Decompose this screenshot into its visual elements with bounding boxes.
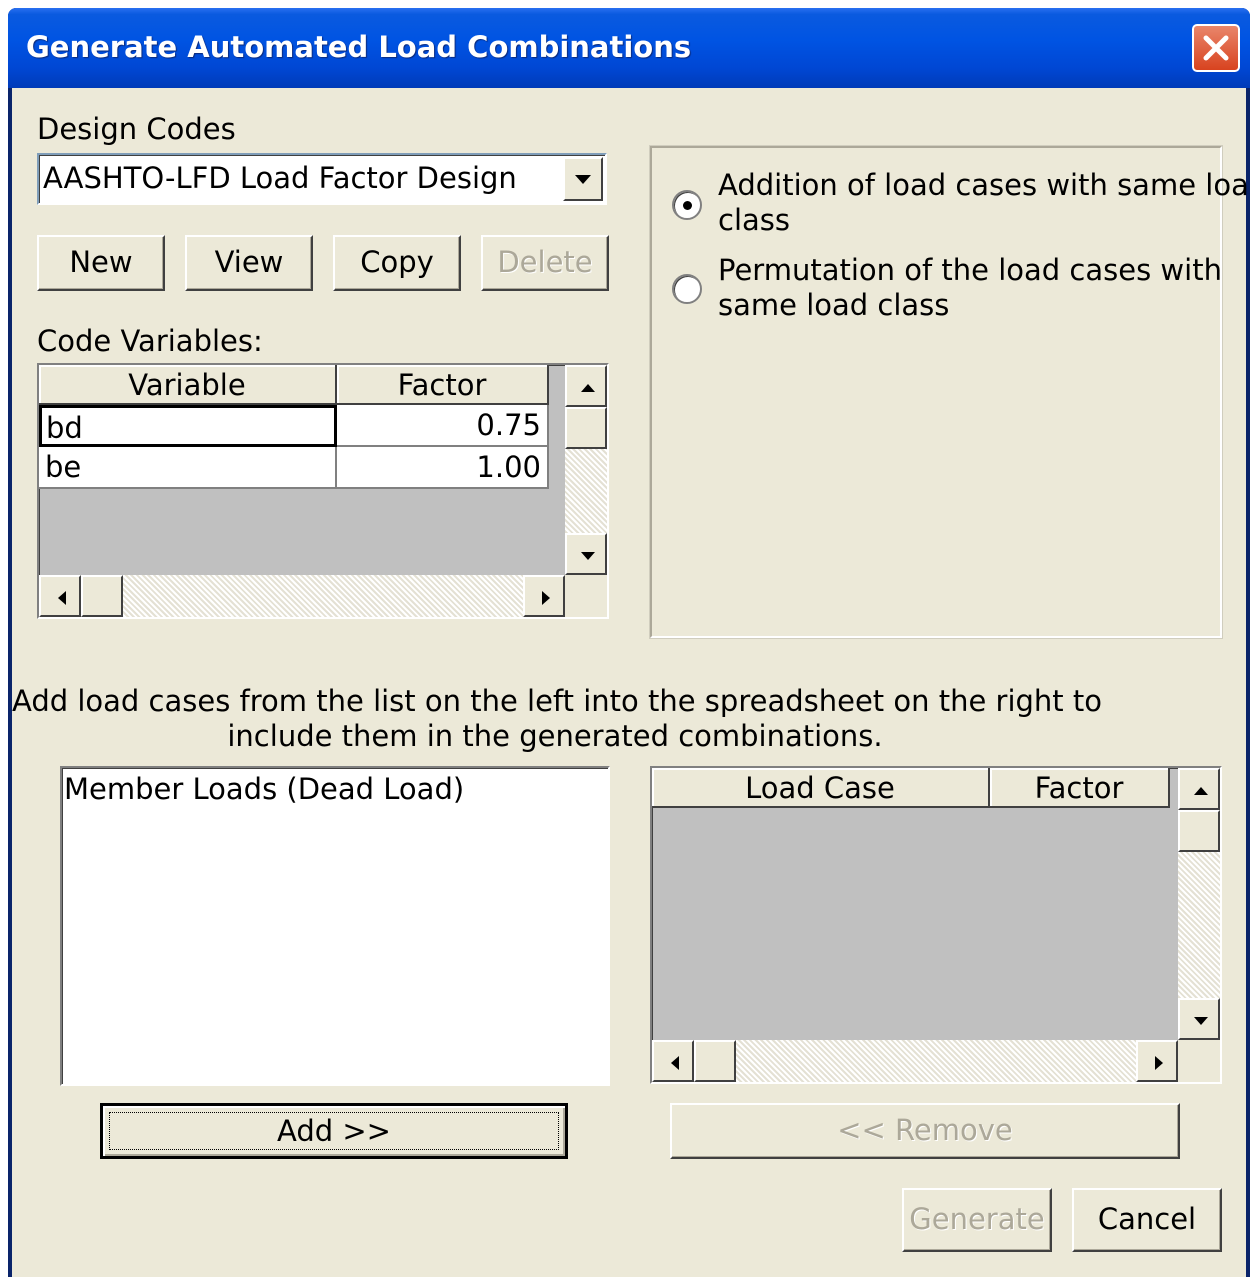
dialog-window: Generate Automated Load Combinations Des… [8,8,1250,1277]
arrow-down-icon [581,552,595,560]
list-item[interactable]: Member Loads (Dead Load) [64,772,464,806]
close-icon [1203,35,1229,61]
horizontal-scrollbar[interactable] [39,575,565,617]
permutation-label-line1[interactable]: Permutation of the load cases with [718,253,1222,288]
code-variables-grid[interactable]: Variable Factor bd 0.75 be 1.00 [37,363,609,619]
add-button-label: Add >> [109,1112,559,1150]
scrollbar-corner [1178,1040,1220,1082]
copy-button[interactable]: Copy [333,235,461,291]
table-cell-factor[interactable]: 1.00 [337,447,549,489]
scroll-down-button[interactable] [565,533,607,575]
code-variables-label: Code Variables: [37,324,263,358]
vertical-scrollbar[interactable] [565,365,607,575]
arrow-left-icon [671,1056,679,1070]
table-cell-variable[interactable]: bd [39,405,337,447]
scroll-thumb[interactable] [565,407,607,449]
permutation-label-line2[interactable]: same load class [718,288,949,323]
scroll-right-button[interactable] [1136,1040,1178,1082]
remove-button[interactable]: << Remove [670,1103,1180,1159]
column-header-factor[interactable]: Factor [337,365,549,405]
scroll-left-button[interactable] [652,1040,694,1082]
vertical-scrollbar[interactable] [1178,768,1220,1040]
available-load-cases-list[interactable]: Member Loads (Dead Load) [60,766,610,1086]
design-code-dropdown[interactable]: AASHTO-LFD Load Factor Design [37,153,607,205]
radio-selected-dot [683,201,692,210]
combination-method-group: Addition of load cases with same load cl… [649,145,1250,639]
title-bar[interactable]: Generate Automated Load Combinations [8,8,1250,88]
instructions-line1: Add load cases from the list on the left… [12,684,1103,718]
design-codes-label: Design Codes [37,112,236,146]
dialog-body: Design Codes AASHTO-LFD Load Factor Desi… [12,88,1250,1277]
arrow-up-icon [1194,787,1208,795]
addition-label-line2[interactable]: class [718,203,790,238]
table-cell-factor[interactable]: 0.75 [337,405,549,447]
scroll-up-button[interactable] [1178,768,1220,810]
scroll-left-button[interactable] [39,575,81,617]
scrollbar-corner [565,575,607,617]
cancel-button[interactable]: Cancel [1072,1188,1222,1252]
generate-button[interactable]: Generate [902,1188,1052,1252]
scroll-up-button[interactable] [565,365,607,407]
view-button[interactable]: View [185,235,313,291]
permutation-radio[interactable] [672,274,702,304]
delete-button[interactable]: Delete [481,235,609,291]
scroll-down-button[interactable] [1178,998,1220,1040]
selected-load-cases-grid[interactable]: Load Case Factor [650,766,1222,1084]
add-button[interactable]: Add >> [100,1103,568,1159]
close-button[interactable] [1192,24,1240,72]
addition-radio[interactable] [672,190,702,220]
instructions-line2: include them in the generated combinatio… [227,719,883,753]
window-title: Generate Automated Load Combinations [26,30,692,64]
horizontal-scrollbar[interactable] [652,1040,1178,1082]
arrow-left-icon [58,591,66,605]
arrow-right-icon [542,591,550,605]
new-button[interactable]: New [37,235,165,291]
chevron-down-icon [575,175,591,184]
column-header-factor[interactable]: Factor [990,768,1170,808]
scroll-thumb[interactable] [694,1040,736,1082]
dropdown-arrow-button[interactable] [563,157,603,201]
arrow-up-icon [581,384,595,392]
scroll-thumb[interactable] [81,575,123,617]
scroll-thumb[interactable] [1178,810,1220,852]
scroll-right-button[interactable] [523,575,565,617]
table-cell-variable[interactable]: be [39,447,337,489]
column-header-variable[interactable]: Variable [39,365,337,405]
design-code-selected: AASHTO-LFD Load Factor Design [43,161,517,195]
arrow-down-icon [1194,1017,1208,1025]
column-header-load-case[interactable]: Load Case [652,768,990,808]
addition-label-line1[interactable]: Addition of load cases with same load [718,168,1250,203]
arrow-right-icon [1155,1056,1163,1070]
